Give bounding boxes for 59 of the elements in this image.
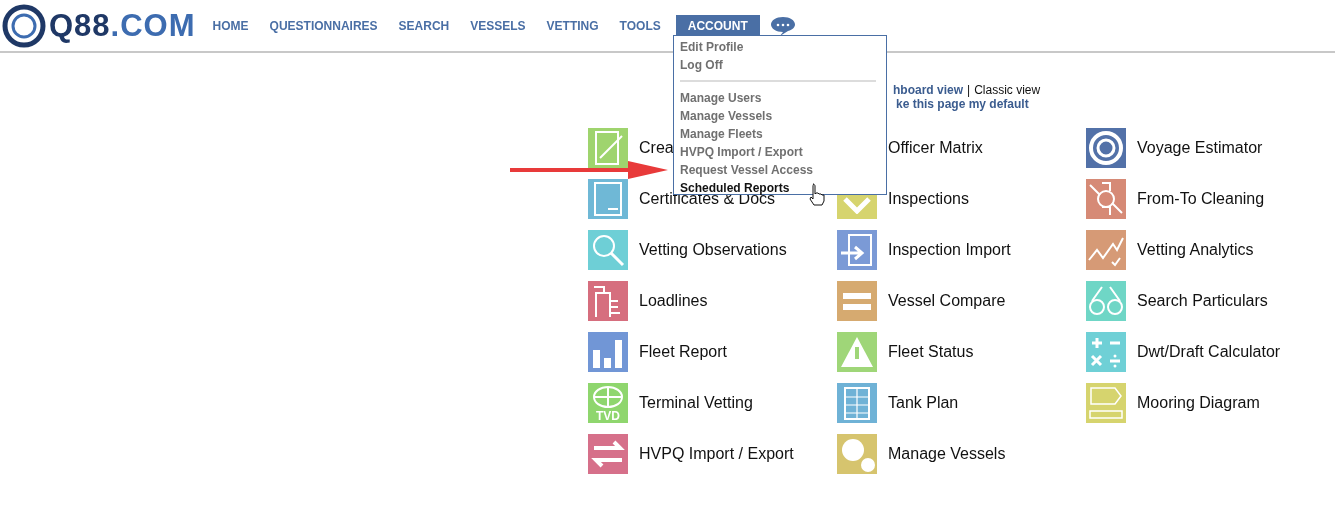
tile-label[interactable]: Voyage Estimator [1137,136,1263,160]
menu-item[interactable]: Edit Profile [680,38,880,56]
trend-line-tile[interactable] [1086,230,1126,270]
nav-tab[interactable]: HOME [206,14,255,37]
magnifier-check-tile[interactable] [588,230,628,270]
nav-tab[interactable]: ACCOUNT [675,14,760,37]
tile-label[interactable]: Fleet Status [888,340,974,364]
menu-item[interactable]: Manage Users [680,89,876,107]
check-icon [842,196,872,214]
menu-item[interactable]: Log Off [680,56,880,74]
logo-text: Q88.COM [49,10,196,41]
tile-label[interactable]: Inspections [888,187,969,211]
nav-tab[interactable]: SEARCH [392,14,456,37]
logo-rings-icon [2,3,46,48]
tile-label[interactable]: Officer Matrix [888,136,983,160]
tile-label[interactable]: Fleet Report [639,340,728,364]
menu-item[interactable]: Request Vessel Access [680,161,876,179]
certificate-tile[interactable] [588,179,628,219]
tile-label[interactable]: Search Particulars [1137,289,1268,313]
logo[interactable]: Q88.COM [2,3,196,48]
tile-label[interactable]: Vessel Compare [888,289,1006,313]
tile-label[interactable]: Loadlines [639,289,708,313]
nav-tab[interactable]: VESSELS [464,14,532,37]
classic-view-link[interactable]: Classic view [974,83,1041,97]
link-separator: | [967,83,971,97]
ring-icon [1086,128,1126,168]
menu-item[interactable]: Manage Vessels [680,107,876,125]
dashboard-view-link[interactable]: hboard view [893,83,963,97]
tile-label[interactable]: From-To Cleaning [1137,187,1265,211]
nav-tab[interactable]: QUESTIONNAIRES [263,14,384,37]
bar-chart-tile[interactable] [588,332,628,372]
valve-tile[interactable] [1086,179,1126,219]
tile-label[interactable]: Vetting Analytics [1137,238,1254,262]
import-arrow-tile[interactable] [837,230,877,270]
nav-tab[interactable]: TOOLS [613,14,667,37]
document-pen-tile[interactable] [588,128,628,168]
tile-label[interactable]: Inspection Import [888,238,1011,262]
calculator-signs-tile[interactable] [1086,332,1126,372]
chat-icon[interactable] [769,15,796,36]
two-arrows-tile[interactable] [588,434,628,474]
tile-label[interactable]: Crea [639,136,674,160]
equals-tile[interactable] [837,281,877,321]
tile-caption: TVD [595,410,621,422]
tile-label[interactable]: Vetting Observations [639,238,787,262]
tile-label[interactable]: Terminal Vetting [639,391,753,415]
tile-label[interactable]: HVPQ Import / Export [639,442,794,466]
default-page-link[interactable]: ke this page my default [896,97,1335,111]
menu-item[interactable]: Manage Fleets [680,125,876,143]
ring-tile[interactable] [1086,128,1126,168]
warning-tile[interactable] [837,332,877,372]
tile-label[interactable]: Manage Vessels [888,442,1006,466]
globe-icon [593,386,623,408]
tank-tile[interactable] [837,383,877,423]
menu-item[interactable]: HVPQ Import / Export [680,143,876,161]
tile-label[interactable]: Mooring Diagram [1137,391,1260,415]
tile-label[interactable]: Tank Plan [888,391,959,415]
nav-tab[interactable]: VETTING [540,14,605,37]
ship-ruler-tile[interactable] [1086,383,1126,423]
tile-label[interactable]: Dwt/Draft Calculator [1137,340,1281,364]
